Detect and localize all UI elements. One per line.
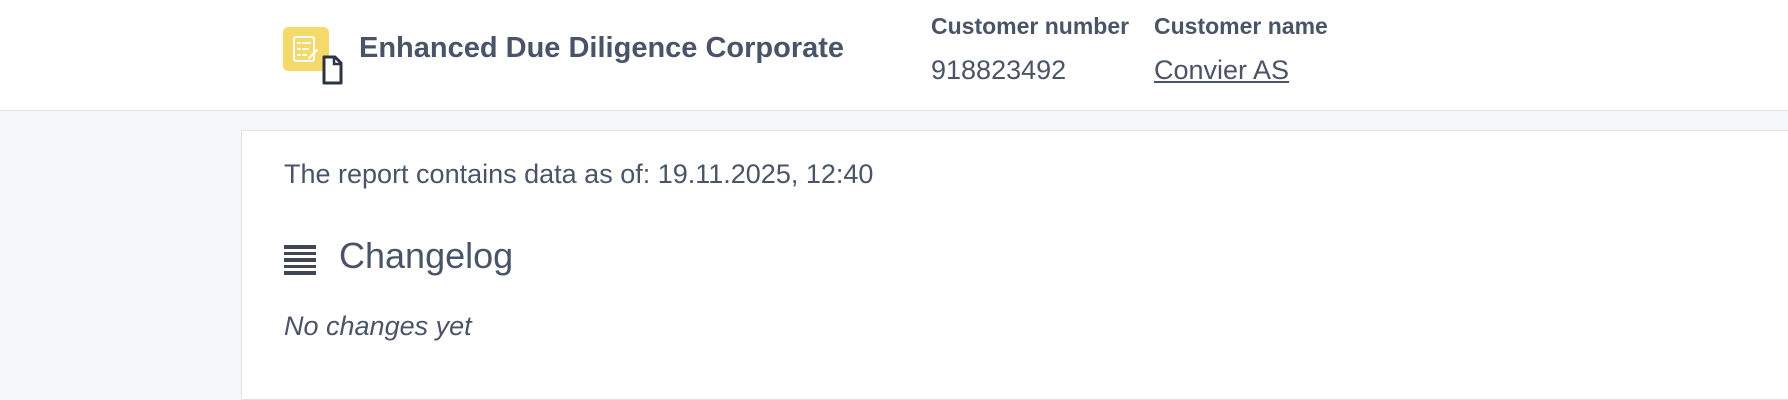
page-header: Enhanced Due Diligence Corporate Custome… — [0, 0, 1788, 111]
customer-number-block: Customer number 918823492 — [931, 12, 1129, 86]
customer-name-block: Customer name Convier AS — [1154, 12, 1328, 86]
changelog-empty-text: No changes yet — [284, 311, 472, 341]
customer-name-label: Customer name — [1154, 13, 1328, 39]
checklist-document-icon — [283, 27, 343, 85]
customer-number-value: 918823492 — [931, 55, 1067, 85]
report-card: The report contains data as of: 19.11.20… — [241, 130, 1788, 400]
changelog-title: Changelog — [339, 235, 514, 276]
customer-number-label: Customer number — [931, 13, 1130, 39]
list-icon — [284, 245, 316, 275]
page-title: Enhanced Due Diligence Corporate — [359, 32, 845, 64]
report-date-text: The report contains data as of: 19.11.20… — [284, 159, 874, 189]
customer-name-link[interactable]: Convier AS — [1154, 54, 1328, 86]
